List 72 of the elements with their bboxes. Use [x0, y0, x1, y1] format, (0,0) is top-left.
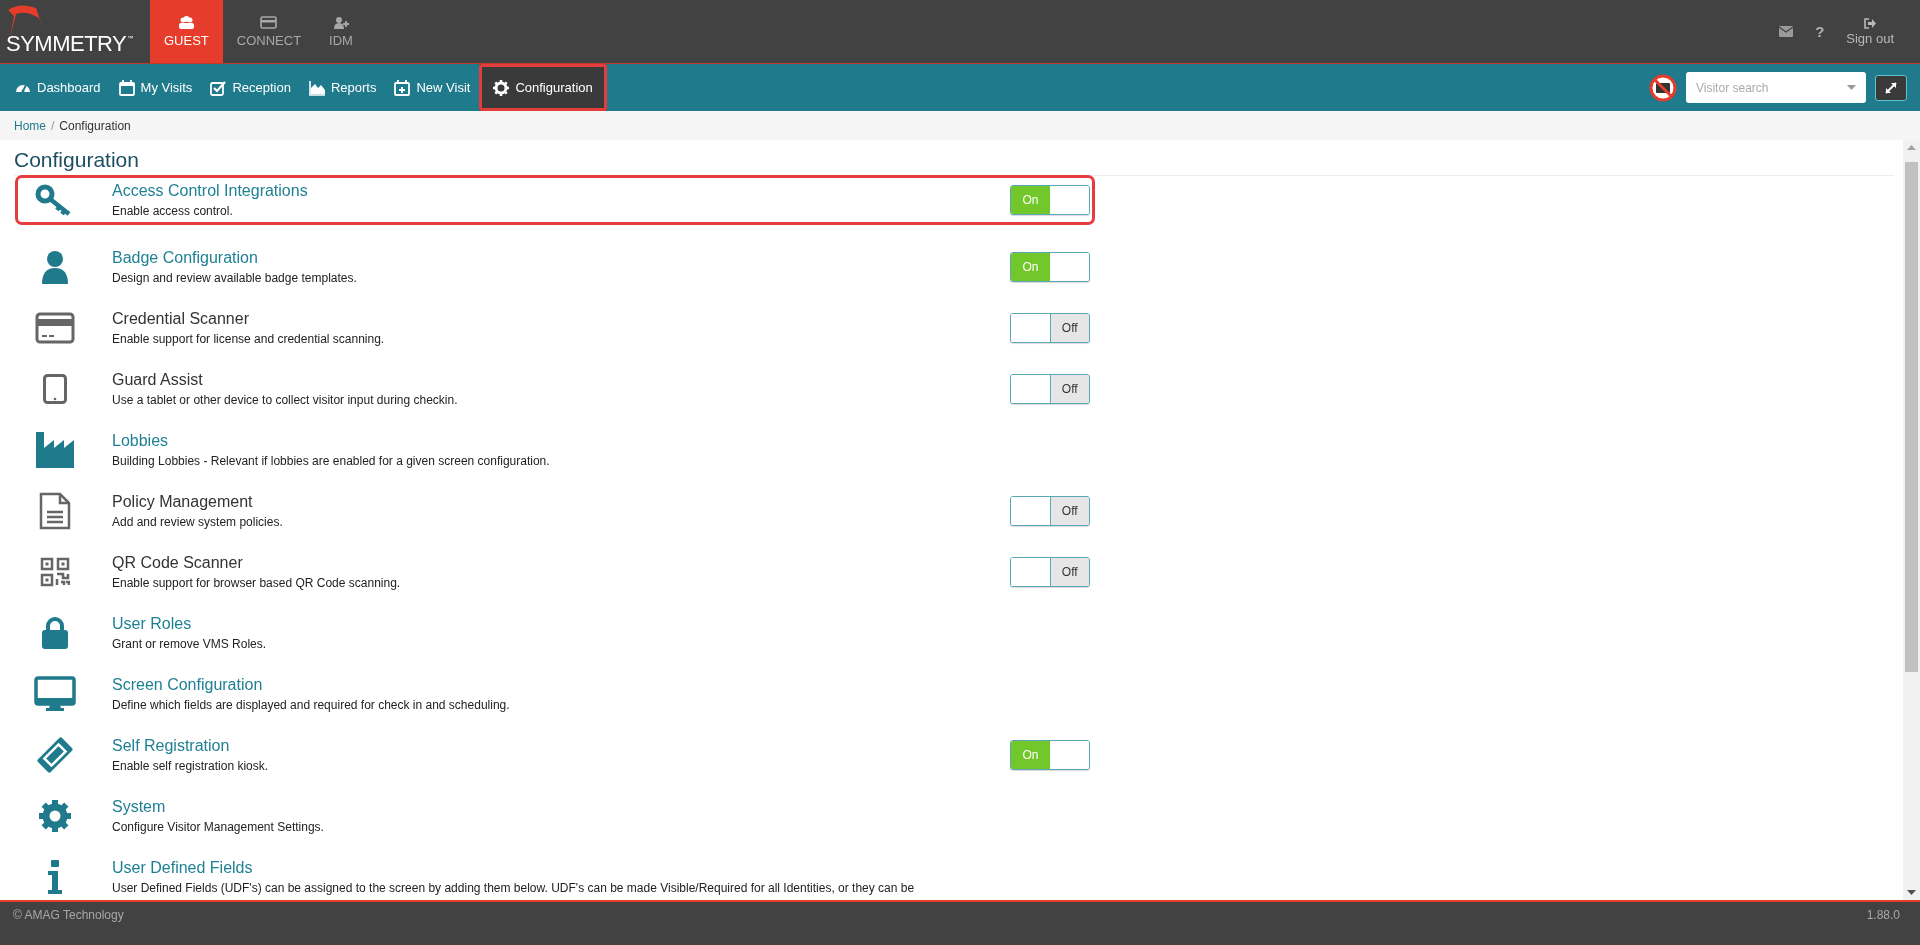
setting-link[interactable]: Badge Configuration [112, 248, 1010, 267]
setting-title: Guard Assist [112, 370, 204, 389]
calendar-icon [118, 79, 135, 96]
setting-description: Configure Visitor Management Settings. [112, 819, 325, 834]
setting-title: Policy Management [112, 492, 254, 511]
nav-tab[interactable]: Dashboard [6, 64, 110, 111]
expand-button[interactable] [1875, 74, 1907, 101]
breadcrumb-link[interactable]: Home [14, 118, 46, 133]
scroll-down-icon [1907, 890, 1916, 895]
setting-description: Building Lobbies - Relevant if lobbies are enabled for a given screen configuration. [112, 453, 551, 468]
nav-tab[interactable]: New Visit [385, 64, 480, 111]
qr-code-icon [40, 556, 70, 587]
toggle-switch[interactable]: Off [1010, 495, 1090, 526]
user-add-icon [332, 15, 350, 30]
setting-description: Enable access control. [112, 204, 234, 218]
product-tab[interactable]: GUEST [150, 0, 223, 63]
scrollbar[interactable] [1903, 140, 1920, 900]
area-chart-icon [308, 79, 325, 96]
tablet-icon [43, 373, 67, 404]
nav-tab[interactable]: Reports [299, 64, 386, 111]
nav-tab[interactable]: Configuration [479, 64, 607, 111]
toggle-switch[interactable]: Off [1010, 556, 1090, 587]
info-icon [48, 859, 62, 894]
nav-tab[interactable]: My Visits [109, 64, 202, 111]
setting-description: Add and review system policies. [112, 514, 284, 529]
help-link[interactable]: ? [1815, 23, 1825, 40]
toggle-switch[interactable]: Off [1010, 312, 1090, 343]
factory-icon [36, 431, 74, 468]
setting-description: Enable support for browser based QR Code scanning. [112, 575, 402, 590]
scroll-up-icon [1907, 145, 1916, 150]
sign-out-button[interactable]: Sign out [1846, 17, 1894, 46]
product-tab[interactable]: IDM [315, 0, 367, 63]
check-square-icon [210, 79, 227, 96]
setting-description: User Defined Fields (UDF's) can be assigned to the screen by adding them below. UDF's can be made Visible/Required for all Identities, or they can be [112, 880, 916, 895]
calendar-plus-icon [394, 79, 411, 96]
setting-link[interactable]: System [112, 797, 1092, 816]
breadcrumb-separator: / [51, 118, 55, 133]
setting-description: Design and review available badge templates. [112, 270, 358, 285]
gear-icon [38, 798, 72, 833]
setting-link[interactable]: User Defined Fields [112, 858, 1092, 877]
setting-title: Credential Scanner [112, 309, 250, 328]
setting-link[interactable]: Screen Configuration [112, 675, 1092, 694]
card-blocked-icon[interactable] [1649, 73, 1677, 102]
card-icon [260, 15, 278, 30]
monitor-icon [34, 675, 76, 712]
setting-description: Define which fields are displayed and required for check in and scheduling. [112, 697, 511, 712]
padlock-icon [42, 616, 68, 649]
setting-description: Enable self registration kiosk. [112, 758, 270, 773]
setting-description: Enable support for license and credential scanning. [112, 331, 386, 346]
setting-link[interactable]: User Roles [112, 614, 1092, 633]
toggle-switch[interactable]: Off [1010, 373, 1090, 404]
version-text: 1.88.0 [1866, 908, 1900, 924]
mail-icon[interactable] [1779, 26, 1794, 37]
caret-icon [1847, 85, 1856, 90]
page-title: Configuration [14, 148, 1894, 176]
setting-link[interactable]: Self Registration [112, 736, 1010, 755]
sign-out-icon [1864, 17, 1877, 29]
breadcrumb-current: Configuration [59, 118, 131, 133]
gear-icon [493, 79, 510, 96]
setting-description: Use a tablet or other device to collect visitor input during checkin. [112, 392, 459, 407]
setting-description: Grant or remove VMS Roles. [112, 636, 268, 651]
product-tab[interactable]: CONNECT [222, 0, 316, 63]
search-field[interactable]: Visitor search [1686, 72, 1866, 103]
person-icon [41, 249, 69, 284]
expand-icon [1885, 81, 1897, 94]
setting-link[interactable]: Lobbies [112, 431, 1092, 450]
document-icon [39, 491, 71, 530]
card-icon [35, 311, 75, 344]
setting-title: QR Code Scanner [112, 553, 244, 572]
setting-link[interactable]: Access Control Integrations [112, 182, 1010, 200]
copyright-text: © AMAG Technology [13, 908, 124, 924]
nav-tab[interactable]: Reception [201, 64, 300, 111]
